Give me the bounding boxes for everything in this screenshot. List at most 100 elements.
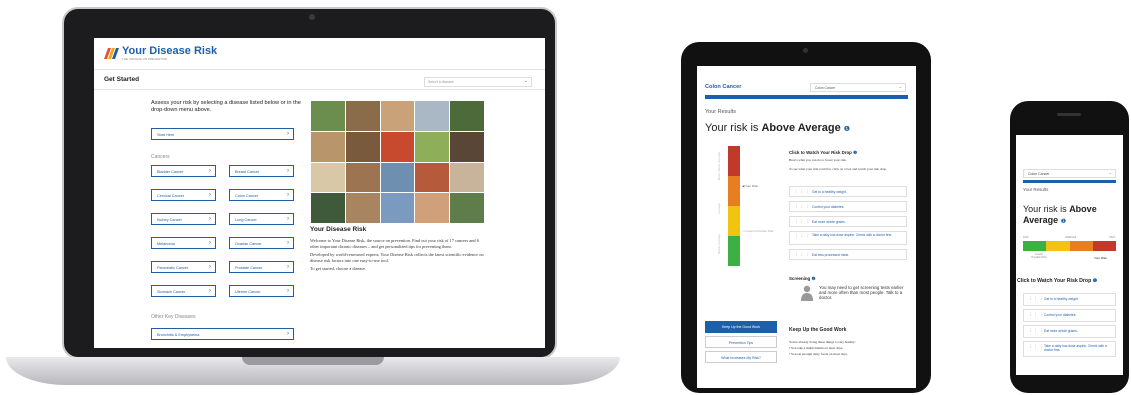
keep-up-body: You're already doing these things to sta…	[789, 339, 909, 357]
chevron-right-icon: ›	[287, 167, 289, 174]
disease-select[interactable]: Select a disease ⌄	[424, 77, 532, 87]
info-icon[interactable]: ❶	[844, 126, 850, 133]
disease-button-label: Cervical Cancer	[157, 193, 185, 198]
photo-tile	[415, 131, 450, 162]
gauge-segment-average	[728, 206, 740, 236]
disease-button-label: Kidney Cancer	[157, 217, 182, 222]
chevron-right-icon: ›	[209, 191, 211, 198]
logo-tagline: THE SOURCE ON PREVENTION	[122, 57, 168, 61]
photo-tile	[450, 131, 484, 162]
gauge-side-label: Average	[717, 203, 721, 215]
gauge-segment-low	[1023, 241, 1047, 251]
tip-label: Get to a healthy weight.	[1044, 297, 1079, 301]
phone-speaker	[1057, 113, 1081, 116]
nav-prevention-tips[interactable]: Prevention Tips	[705, 336, 777, 348]
disease-button-breast-cancer[interactable]: Breast Cancer ›	[229, 165, 294, 177]
tablet-camera	[803, 48, 808, 53]
disease-button-label: Lung Cancer	[235, 217, 257, 222]
photo-tile	[345, 162, 380, 193]
gauge-tick-low: LOW	[1023, 236, 1029, 239]
about-title: Your Disease Risk	[310, 226, 367, 233]
tip-option[interactable]: ⋮⋮⋮ Eat more whole grains.	[1023, 325, 1116, 338]
tablet-screen: Colon Cancer Colon Cancer ⌄ Your Results…	[697, 66, 916, 388]
accent-bar	[1023, 180, 1116, 183]
tip-label: Eat less processed meat.	[812, 253, 850, 257]
disease-button-lung-cancer[interactable]: Lung Cancer ›	[229, 213, 294, 225]
disease-select-placeholder: Select a disease	[428, 80, 454, 84]
disease-button-label: Prostate Cancer	[235, 265, 263, 270]
info-icon[interactable]: ❶	[853, 150, 857, 155]
disease-button-label: Stomach Cancer	[157, 289, 186, 294]
chevron-right-icon: ›	[209, 239, 211, 246]
start-here-button[interactable]: Start Here ›	[151, 128, 294, 140]
tip-option[interactable]: ⋮⋮⋮ Eat more whole grains.	[789, 216, 907, 227]
disease-button-label: Bronchitis & Emphysema	[157, 332, 200, 337]
lowest-risk-marker: ◁ Lowest Possible Risk	[742, 229, 774, 233]
disease-button-pancreatic-cancer[interactable]: Pancreatic Cancer ›	[151, 261, 216, 273]
tip-icon: ⋮⋮⋮	[1028, 312, 1045, 317]
disease-button-label: Uterine Cancer	[235, 289, 261, 294]
risk-prefix: Your risk is	[1023, 204, 1070, 214]
chevron-right-icon: ›	[287, 330, 289, 337]
photo-tile	[415, 193, 450, 223]
disease-button-ovarian-cancer[interactable]: Ovarian Cancer ›	[229, 237, 294, 249]
watch-note: Here's what you can do to lower your ris…	[789, 158, 847, 162]
photo-tile	[311, 101, 345, 131]
disease-button-uterine-cancer[interactable]: Uterine Cancer ›	[229, 285, 294, 297]
photo-tile	[450, 162, 484, 193]
tip-option[interactable]: ⋮⋮⋮ Control your diabetes.	[1023, 309, 1116, 322]
disease-button-label: Pancreatic Cancer	[157, 265, 189, 270]
disease-button-prostate-cancer[interactable]: Prostate Cancer ›	[229, 261, 294, 273]
tip-option[interactable]: ⋮⋮⋮ Get to a healthy weight.	[1023, 293, 1116, 306]
about-body: Welcome to Your Disease Risk, the source…	[310, 238, 488, 275]
screening-text: You may need to get screening tests earl…	[819, 285, 904, 300]
tip-option[interactable]: ⋮⋮⋮ Eat less processed meat.	[789, 249, 907, 260]
tip-icon: ⋮⋮⋮	[1028, 296, 1045, 301]
risk-gauge	[728, 146, 740, 266]
disease-button-colon-cancer[interactable]: Colon Cancer ›	[229, 189, 294, 201]
tip-option[interactable]: ⋮⋮⋮ Get to a healthy weight.	[789, 186, 907, 197]
disease-button-label: Breast Cancer	[235, 169, 260, 174]
results-label: Your Results	[705, 109, 736, 115]
disease-button-label: Ovarian Cancer	[235, 241, 262, 246]
disease-button-stomach-cancer[interactable]: Stomach Cancer ›	[151, 285, 216, 297]
photo-tile	[311, 193, 345, 223]
disease-select[interactable]: Colon Cancer ⌄	[810, 83, 906, 92]
lowest-risk-label: Lowest Possible Risk	[1031, 253, 1047, 259]
disease-select[interactable]: Colon Cancer ⌄	[1023, 169, 1116, 178]
about-paragraph: Welcome to Your Disease Risk, the source…	[310, 238, 479, 249]
photo-tile	[345, 131, 380, 162]
tip-label: Get to a healthy weight.	[812, 190, 847, 194]
risk-level: Above Average	[761, 122, 841, 134]
tip-option[interactable]: ⋮⋮⋮ Take a daily low-dose aspirin. Check …	[789, 231, 907, 245]
chevron-right-icon: ›	[209, 215, 211, 222]
photo-tile	[380, 131, 415, 162]
logo-text[interactable]: Your Disease Risk	[122, 45, 217, 57]
intro-text: Assess your risk by selecting a disease …	[151, 100, 301, 113]
your-risk-label: Your Risk	[745, 184, 758, 188]
logo-icon[interactable]	[104, 48, 119, 59]
your-risk-label: Your Risk	[1094, 256, 1107, 260]
tip-option[interactable]: ⋮⋮⋮ Control your diabetes.	[789, 201, 907, 212]
watch-instructions: To see what your risk could be, click on…	[789, 167, 887, 171]
tip-label: Take a daily low-dose aspirin. Check wit…	[812, 233, 893, 237]
info-icon[interactable]: ❶	[811, 276, 815, 281]
disease-button-bronchitis[interactable]: Bronchitis & Emphysema ›	[151, 328, 294, 340]
your-risk-marker: ◀ Your Risk	[742, 184, 758, 188]
disease-button-bladder-cancer[interactable]: Bladder Cancer ›	[151, 165, 216, 177]
gauge-side-label: Much Above Average	[717, 152, 721, 181]
tip-label: Take a daily low-dose aspirin. Check wit…	[1044, 344, 1107, 352]
chevron-right-icon: ›	[209, 167, 211, 174]
tip-option[interactable]: ⋮⋮⋮ Take a daily low-dose aspirin. Check …	[1023, 341, 1116, 357]
disease-button-kidney-cancer[interactable]: Kidney Cancer ›	[151, 213, 216, 225]
nav-keep-up[interactable]: Keep Up the Good Work	[705, 321, 777, 333]
risk-gauge	[1023, 241, 1116, 251]
tip-icon: ⋮⋮⋮	[794, 219, 811, 224]
disease-button-cervical-cancer[interactable]: Cervical Cancer ›	[151, 189, 216, 201]
chevron-down-icon: ⌄	[523, 78, 528, 84]
disease-button-melanoma[interactable]: Melanoma ›	[151, 237, 216, 249]
info-icon[interactable]: ❶	[1093, 278, 1098, 284]
results-label: Your Results	[1023, 187, 1049, 192]
info-icon[interactable]: ❶	[1061, 219, 1066, 225]
nav-increases-risk[interactable]: What Increases My Risk?	[705, 351, 777, 363]
